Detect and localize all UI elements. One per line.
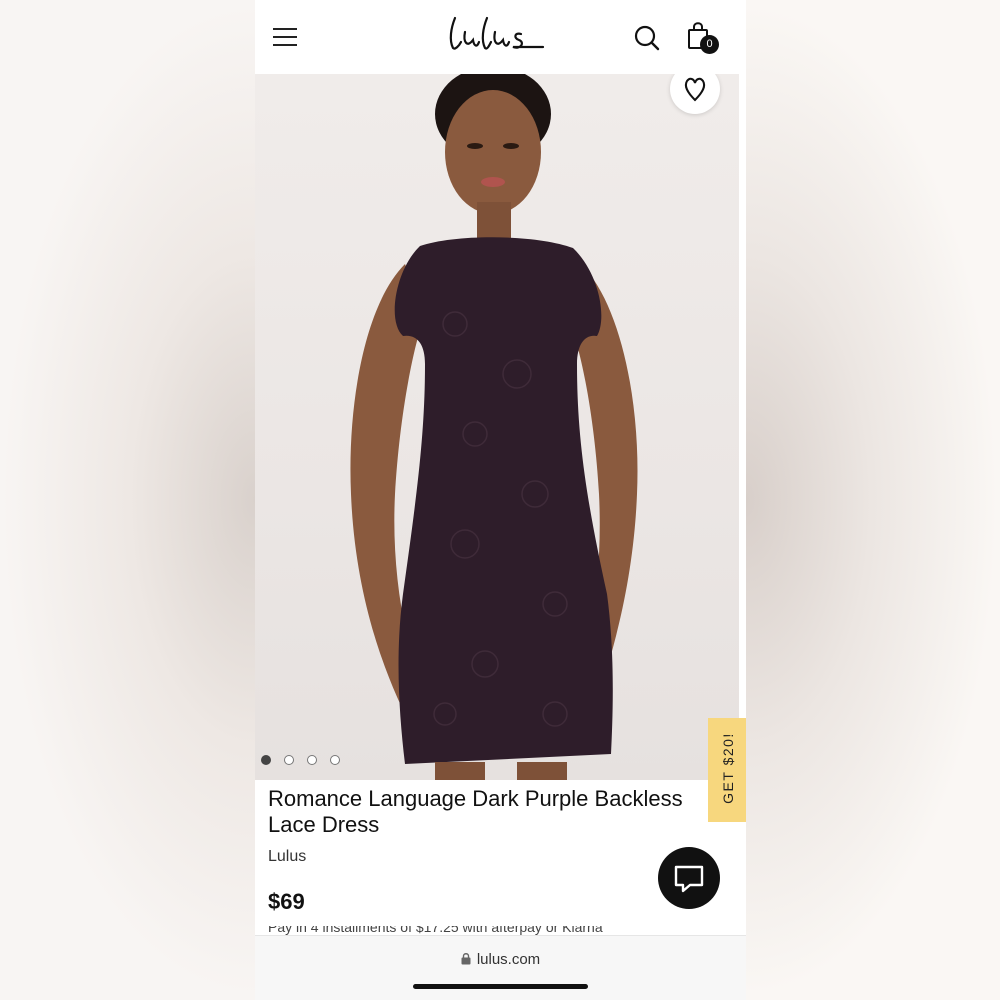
lulus-logo[interactable] — [443, 12, 563, 58]
product-price: $69 — [268, 889, 305, 914]
product-image[interactable] — [255, 74, 739, 780]
chat-icon — [674, 865, 704, 893]
url-display[interactable]: lulus.com — [255, 951, 746, 968]
hamburger-icon-line — [273, 44, 297, 46]
menu-button[interactable] — [273, 26, 299, 48]
carousel-dot-1[interactable] — [261, 755, 271, 765]
hamburger-icon — [273, 28, 297, 30]
installments-text: Pay in 4 installments of $17.25 with aft… — [268, 926, 603, 935]
hamburger-icon-line — [273, 36, 297, 38]
site-header: 0 — [255, 0, 746, 74]
browser-address-bar[interactable]: lulus.com — [255, 935, 746, 1000]
promo-label: GET $20! — [720, 732, 736, 804]
model-dress-illustration — [350, 74, 638, 780]
home-indicator[interactable] — [413, 984, 588, 989]
background-blur-left — [0, 0, 255, 1000]
chat-button[interactable] — [658, 847, 720, 909]
heart-icon — [684, 77, 706, 102]
phone-screen: 0 GET $20! Romance Language Dark Purple … — [255, 0, 746, 1000]
lock-icon — [461, 953, 471, 965]
favorite-button[interactable] — [670, 74, 720, 114]
product-title: Romance Language Dark Purple Backless La… — [268, 786, 683, 837]
search-button[interactable] — [633, 24, 661, 52]
product-brand[interactable]: Lulus — [268, 848, 306, 866]
carousel-dot-3[interactable] — [307, 755, 317, 765]
carousel-dot-2[interactable] — [284, 755, 294, 765]
url-text: lulus.com — [476, 951, 541, 968]
carousel-dot-4[interactable] — [330, 755, 340, 765]
search-icon — [634, 25, 660, 51]
cart-count-badge: 0 — [700, 35, 719, 54]
background-blur-right — [746, 0, 1000, 1000]
lulus-logo-icon — [449, 16, 545, 50]
promo-tab[interactable]: GET $20! — [708, 718, 746, 822]
